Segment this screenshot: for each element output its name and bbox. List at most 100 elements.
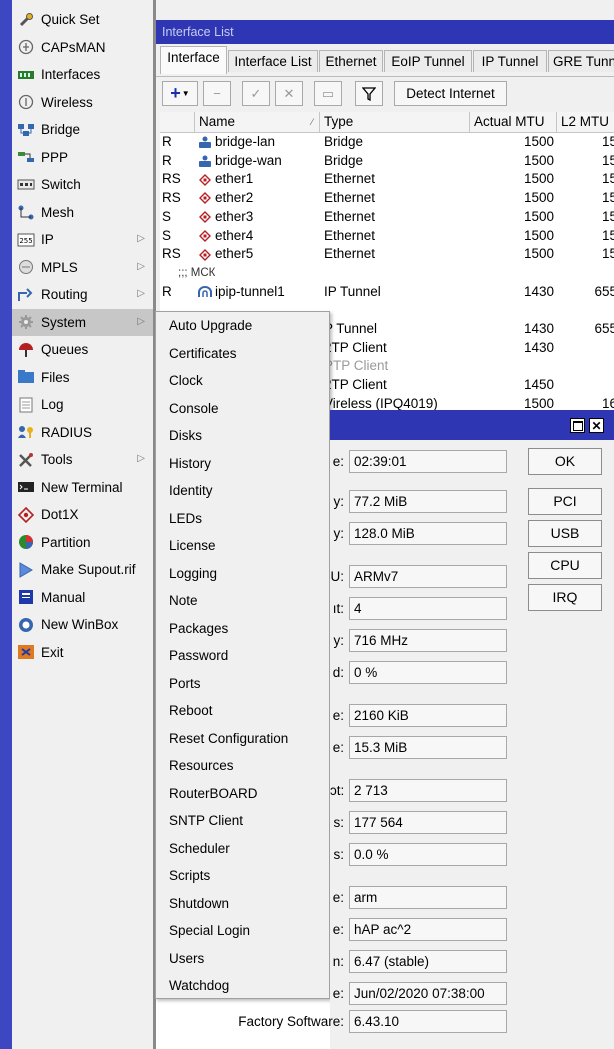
usb-button[interactable]: USB: [528, 520, 602, 547]
table-row[interactable]: RS ether5 Ethernet 1500 1598: [160, 245, 614, 264]
field-label: s:: [333, 815, 344, 830]
field-value: 02:39:01: [349, 450, 507, 473]
tools-icon: [17, 451, 35, 469]
field-value: 2160 KiB: [349, 704, 507, 727]
enable-button[interactable]: ✓: [242, 81, 270, 106]
comment-button[interactable]: ▭: [314, 81, 342, 106]
switch-icon: [17, 176, 35, 194]
menu-item-history[interactable]: History: [156, 450, 329, 478]
disable-button[interactable]: ✕: [275, 81, 303, 106]
menu-item-routerboard[interactable]: RouterBOARD: [156, 780, 329, 808]
sidebar-item-routing[interactable]: Routing ▷: [12, 281, 153, 308]
sidebar-item-ip[interactable]: 255 IP ▷: [12, 226, 153, 253]
irq-button[interactable]: IRQ: [528, 584, 602, 611]
tab-interface[interactable]: Interface: [160, 46, 227, 74]
sidebar-item-queues[interactable]: Queues: [12, 336, 153, 363]
sidebar-item-manual[interactable]: Manual: [12, 584, 153, 611]
sidebar-item-mpls[interactable]: MPLS ▷: [12, 254, 153, 281]
sidebar-item-files[interactable]: Files: [12, 364, 153, 391]
ok-button[interactable]: OK: [528, 448, 602, 475]
col-flags[interactable]: [160, 112, 195, 132]
table-row[interactable]: RS ether2 Ethernet 1500 1598: [160, 189, 614, 208]
sidebar-item-exit[interactable]: Exit: [12, 639, 153, 666]
menu-item-shutdown[interactable]: Shutdown: [156, 890, 329, 918]
menu-item-scripts[interactable]: Scripts: [156, 862, 329, 890]
sidebar-item-tools[interactable]: Tools ▷: [12, 446, 153, 473]
menu-item-watchdog[interactable]: Watchdog: [156, 972, 329, 1000]
chevron-down-icon: ▼: [181, 89, 190, 98]
l2mtu-cell: [557, 357, 614, 376]
name-cell: bridge-lan: [198, 133, 320, 152]
menu-item-special-login[interactable]: Special Login: [156, 917, 329, 945]
sidebar-item-system[interactable]: System ▷: [12, 308, 153, 336]
sidebar-item-radius[interactable]: RADIUS: [12, 419, 153, 446]
filter-button[interactable]: [355, 81, 383, 106]
menu-item-scheduler[interactable]: Scheduler: [156, 835, 329, 863]
svg-text:255: 255: [19, 237, 32, 245]
name-cell: ether2: [198, 189, 320, 208]
tab-eoip-tunnel[interactable]: EoIP Tunnel: [384, 50, 472, 72]
type-cell: Ethernet: [324, 208, 376, 224]
mesh-icon: [17, 203, 35, 221]
remove-button[interactable]: −: [203, 81, 231, 106]
l2mtu-cell: 1598: [601, 190, 614, 206]
sidebar-item-new-terminal[interactable]: New Terminal: [12, 474, 153, 501]
add-button[interactable]: + ▼: [162, 81, 198, 106]
sidebar-item-dot1x[interactable]: Dot1X: [12, 501, 153, 528]
sidebar-item-label: New Terminal: [41, 479, 123, 495]
menu-item-logging[interactable]: Logging: [156, 560, 329, 588]
col-l2-mtu[interactable]: L2 MTU: [557, 112, 614, 132]
table-row[interactable]: Sether4 Ethernet 1500 1598: [160, 227, 614, 246]
tab-ethernet[interactable]: Ethernet: [319, 50, 383, 72]
sidebar-item-partition[interactable]: Partition: [12, 529, 153, 556]
menu-item-reset-configuration[interactable]: Reset Configuration: [156, 725, 329, 753]
menu-item-disks[interactable]: Disks: [156, 422, 329, 450]
table-row[interactable]: Sether3 Ethernet 1500 1598: [160, 208, 614, 227]
tab-ip-tunnel[interactable]: IP Tunnel: [473, 50, 547, 72]
sidebar-item-capsman[interactable]: CAPsMAN: [12, 34, 153, 61]
menu-item-note[interactable]: Note: [156, 587, 329, 615]
table-row[interactable]: RS ether1 Ethernet 1500 1598: [160, 170, 614, 189]
tab-interface-list[interactable]: Interface List: [228, 50, 318, 72]
menu-item-identity[interactable]: Identity: [156, 477, 329, 505]
menu-item-resources[interactable]: Resources: [156, 752, 329, 780]
menu-item-password[interactable]: Password: [156, 642, 329, 670]
cpu-button[interactable]: CPU: [528, 552, 602, 579]
type-cell: P Tunnel: [324, 321, 378, 336]
menu-item-clock[interactable]: Clock: [156, 367, 329, 395]
sidebar-item-quick-set[interactable]: Quick Set: [12, 6, 153, 33]
sidebar-item-ppp[interactable]: PPP: [12, 144, 153, 171]
sidebar-item-interfaces[interactable]: Interfaces: [12, 61, 153, 88]
sidebar-item-mesh[interactable]: Mesh: [12, 199, 153, 226]
pci-button[interactable]: PCI: [528, 488, 602, 515]
col-name[interactable]: Name ⁄: [195, 112, 320, 132]
sidebar-item-wireless[interactable]: Wireless: [12, 89, 153, 116]
table-row[interactable]: Ripip-tunnel1 IP Tunnel 1430 65535: [160, 283, 614, 302]
col-type[interactable]: Type: [320, 112, 470, 132]
sidebar-item-switch[interactable]: Switch: [12, 171, 153, 198]
menu-item-console[interactable]: Console: [156, 395, 329, 423]
col-actual-mtu[interactable]: Actual MTU: [470, 112, 557, 132]
mtu-cell: [470, 357, 554, 376]
maximize-button[interactable]: [570, 418, 585, 433]
menu-item-users[interactable]: Users: [156, 945, 329, 973]
detect-internet-button[interactable]: Detect Internet: [394, 81, 507, 106]
field-value: Jun/02/2020 07:38:00: [349, 982, 507, 1005]
menu-item-leds[interactable]: LEDs: [156, 505, 329, 533]
sidebar-item-log[interactable]: Log: [12, 391, 153, 418]
menu-item-ports[interactable]: Ports: [156, 670, 329, 698]
menu-item-packages[interactable]: Packages: [156, 615, 329, 643]
tab-gre-tunnel[interactable]: GRE Tunnel: [548, 50, 614, 72]
sidebar-item-make-supout-rif[interactable]: Make Supout.rif: [12, 556, 153, 583]
table-group-comment[interactable]: ;;; МСК: [160, 264, 614, 283]
menu-item-sntp-client[interactable]: SNTP Client: [156, 807, 329, 835]
menu-item-auto-upgrade[interactable]: Auto Upgrade: [156, 312, 329, 340]
sidebar-item-new-winbox[interactable]: New WinBox: [12, 611, 153, 638]
sidebar-item-bridge[interactable]: Bridge: [12, 116, 153, 143]
table-row[interactable]: Rbridge-wan Bridge 1500 1598: [160, 152, 614, 171]
close-button[interactable]: ✕: [589, 418, 604, 433]
menu-item-reboot[interactable]: Reboot: [156, 697, 329, 725]
menu-item-license[interactable]: License: [156, 532, 329, 560]
table-row[interactable]: Rbridge-lan Bridge 1500 1598: [160, 133, 614, 152]
menu-item-certificates[interactable]: Certificates: [156, 340, 329, 368]
